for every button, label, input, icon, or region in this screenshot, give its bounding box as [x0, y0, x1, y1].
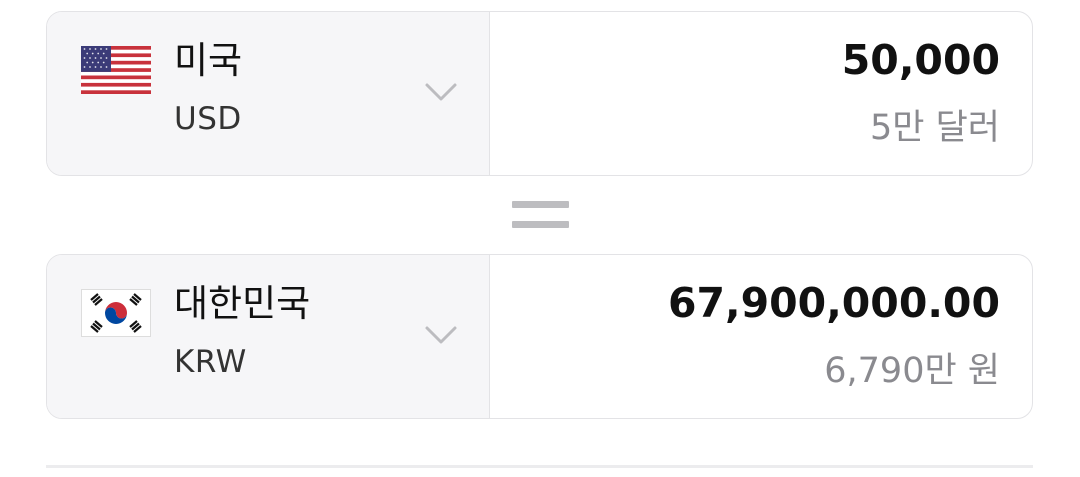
bottom-divider — [46, 465, 1033, 468]
from-currency-selector[interactable]: 미국 USD — [47, 12, 490, 175]
from-country-name: 미국 — [174, 39, 243, 82]
to-currency-selector[interactable]: 대한민국 KRW — [47, 255, 490, 418]
to-amount-in-words: 6,790만 원 — [824, 351, 1000, 391]
from-amount-in-words: 5만 달러 — [870, 108, 1000, 148]
from-amount-input[interactable]: 50,000 — [842, 40, 1000, 81]
from-amount-panel[interactable]: 50,000 5만 달러 — [490, 12, 1032, 175]
from-currency-code: USD — [174, 101, 242, 137]
to-country-name: 대한민국 — [174, 282, 311, 325]
kr-flag-icon — [81, 289, 151, 337]
chevron-down-icon[interactable] — [424, 82, 458, 102]
to-currency-row: 대한민국 KRW 67,900,000.00 6,790만 원 — [46, 254, 1033, 419]
chevron-down-icon[interactable] — [424, 325, 458, 345]
to-amount-panel[interactable]: 67,900,000.00 6,790만 원 — [490, 255, 1032, 418]
to-currency-code: KRW — [174, 344, 247, 380]
us-flag-icon — [81, 46, 151, 94]
from-currency-row: 미국 USD 50,000 5만 달러 — [46, 11, 1033, 176]
to-amount-value[interactable]: 67,900,000.00 — [668, 283, 1000, 324]
equals-icon — [512, 201, 569, 228]
